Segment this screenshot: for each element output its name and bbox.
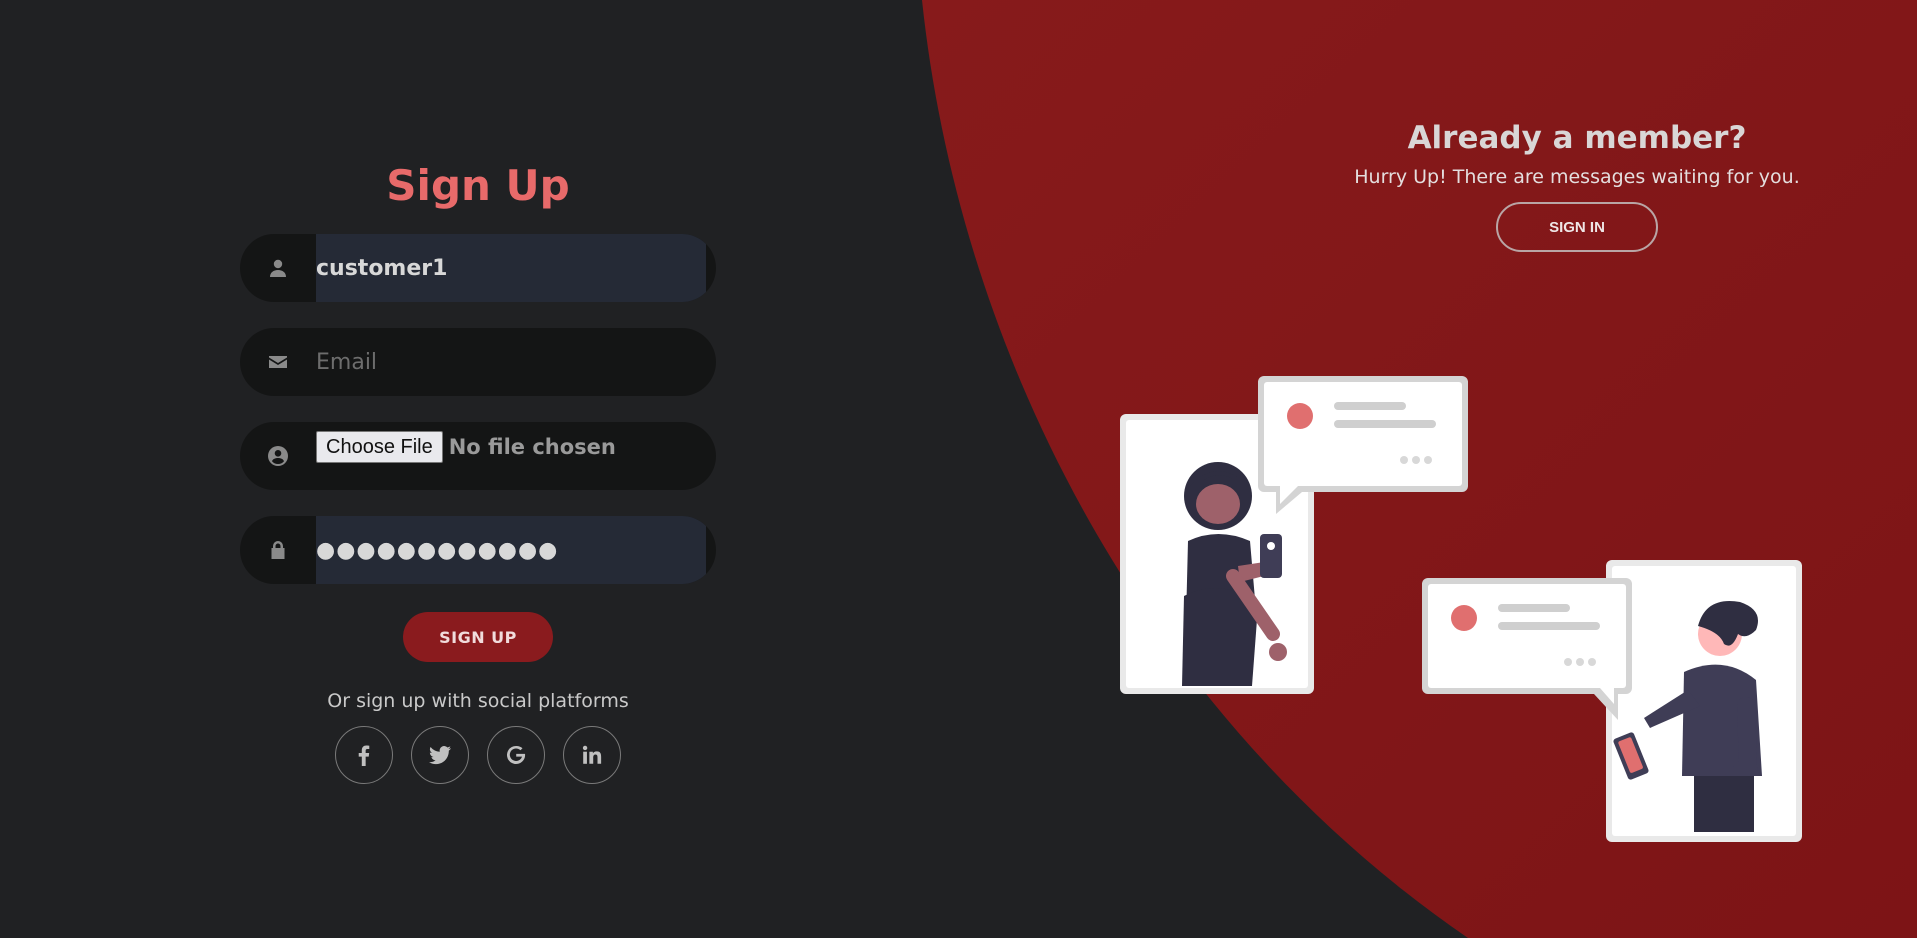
lock-icon	[240, 516, 316, 584]
panel-text: Hurry Up! There are messages waiting for…	[1354, 166, 1800, 188]
choose-file-button[interactable]: Choose File	[316, 431, 443, 463]
twitter-icon	[429, 746, 451, 765]
signin-panel: Already a member? Hurry Up! There are me…	[1330, 118, 1824, 252]
username-input[interactable]	[316, 234, 706, 302]
file-status-text: No file chosen	[448, 435, 616, 459]
twitter-button[interactable]	[411, 726, 469, 784]
signup-button[interactable]: SIGN UP	[403, 612, 553, 662]
envelope-icon	[240, 328, 316, 396]
facebook-button[interactable]	[335, 726, 393, 784]
messaging-illustration	[1120, 376, 1802, 842]
file-field-wrapper: Choose File No file chosen	[240, 422, 716, 490]
panel-heading: Already a member?	[1407, 120, 1747, 156]
email-input[interactable]	[316, 328, 706, 396]
google-icon	[506, 745, 526, 765]
signin-button[interactable]: SIGN IN	[1496, 202, 1658, 252]
username-field-wrapper	[240, 234, 716, 302]
social-text: Or sign up with social platforms	[327, 690, 629, 712]
user-circle-icon	[240, 422, 316, 490]
linkedin-button[interactable]	[563, 726, 621, 784]
social-buttons	[335, 726, 621, 784]
password-field-wrapper	[240, 516, 716, 584]
signup-title: Sign Up	[386, 161, 570, 210]
google-button[interactable]	[487, 726, 545, 784]
signup-form: Sign Up Choose File No file chosen SIGN …	[240, 160, 716, 784]
linkedin-icon	[582, 745, 602, 764]
user-icon	[240, 234, 316, 302]
email-field-wrapper	[240, 328, 716, 396]
password-input[interactable]	[316, 516, 706, 584]
facebook-icon	[358, 745, 370, 766]
